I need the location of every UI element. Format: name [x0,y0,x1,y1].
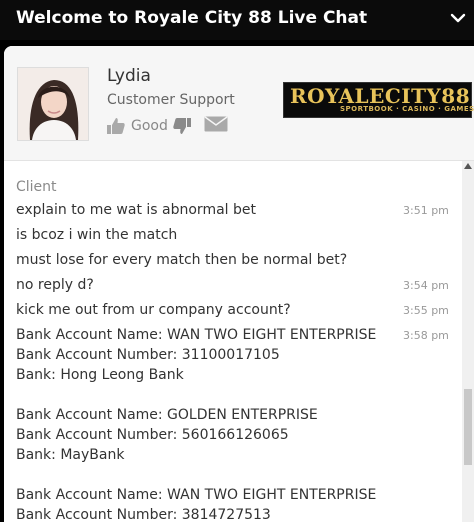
title-bar: Welcome to Royale City 88 Live Chat [0,0,474,40]
thumbs-up-icon[interactable] [106,116,126,136]
message-line: must lose for every match then be normal… [16,252,348,268]
message-list: Client explain to me wat is abnormal bet… [4,161,460,522]
message-line: Bank Account Number: 31100017105 [16,347,280,363]
thumbs-down-icon[interactable] [172,116,192,136]
royale-city-logo: ROYALECITY88 SPORTBOOK · CASINO · GAMES [283,82,474,118]
scrollbar[interactable] [462,161,474,522]
message-line: kick me out from ur company account? [16,302,291,318]
message-time: 3:54 pm [403,279,449,292]
avatar [17,67,89,141]
agent-name: Lydia [107,66,151,86]
message-time: 3:58 pm [403,329,449,342]
message-line: Bank Account Name: WAN TWO EIGHT ENTERPR… [16,327,377,343]
message-line: Bank Account Name: WAN TWO EIGHT ENTERPR… [16,487,377,503]
scroll-up-arrow-icon[interactable] [464,163,472,169]
message-line: Bank Account Number: 560166126065 [16,427,289,443]
agent-role: Customer Support [107,92,235,108]
message-line: is bcoz i win the match [16,227,178,243]
message-line: no reply d? [16,277,94,293]
message-line: Bank Account Name: GOLDEN ENTERPRISE [16,407,318,423]
message-time: 3:51 pm [403,204,449,217]
chat-window: Welcome to Royale City 88 Live Chat Lydi… [0,0,474,522]
chevron-down-icon[interactable] [450,10,466,26]
mail-icon[interactable] [204,116,228,132]
sender-label: Client [16,179,57,195]
message-time: 3:55 pm [403,304,449,317]
window-title: Welcome to Royale City 88 Live Chat [16,8,368,28]
message-line: Bank: Hong Leong Bank [16,367,184,383]
logo-tagline: SPORTBOOK · CASINO · GAMES [340,105,474,113]
message-line: Bank Account Number: 3814727513 [16,507,271,522]
rating-label[interactable]: Good [131,118,168,134]
message-line: explain to me wat is abnormal bet [16,202,256,218]
agent-header: Lydia Customer Support Good ROYALECITY88… [4,46,474,161]
message-line: Bank: MayBank [16,447,125,463]
chat-panel: Lydia Customer Support Good ROYALECITY88… [4,46,474,522]
scrollbar-thumb[interactable] [464,389,472,465]
